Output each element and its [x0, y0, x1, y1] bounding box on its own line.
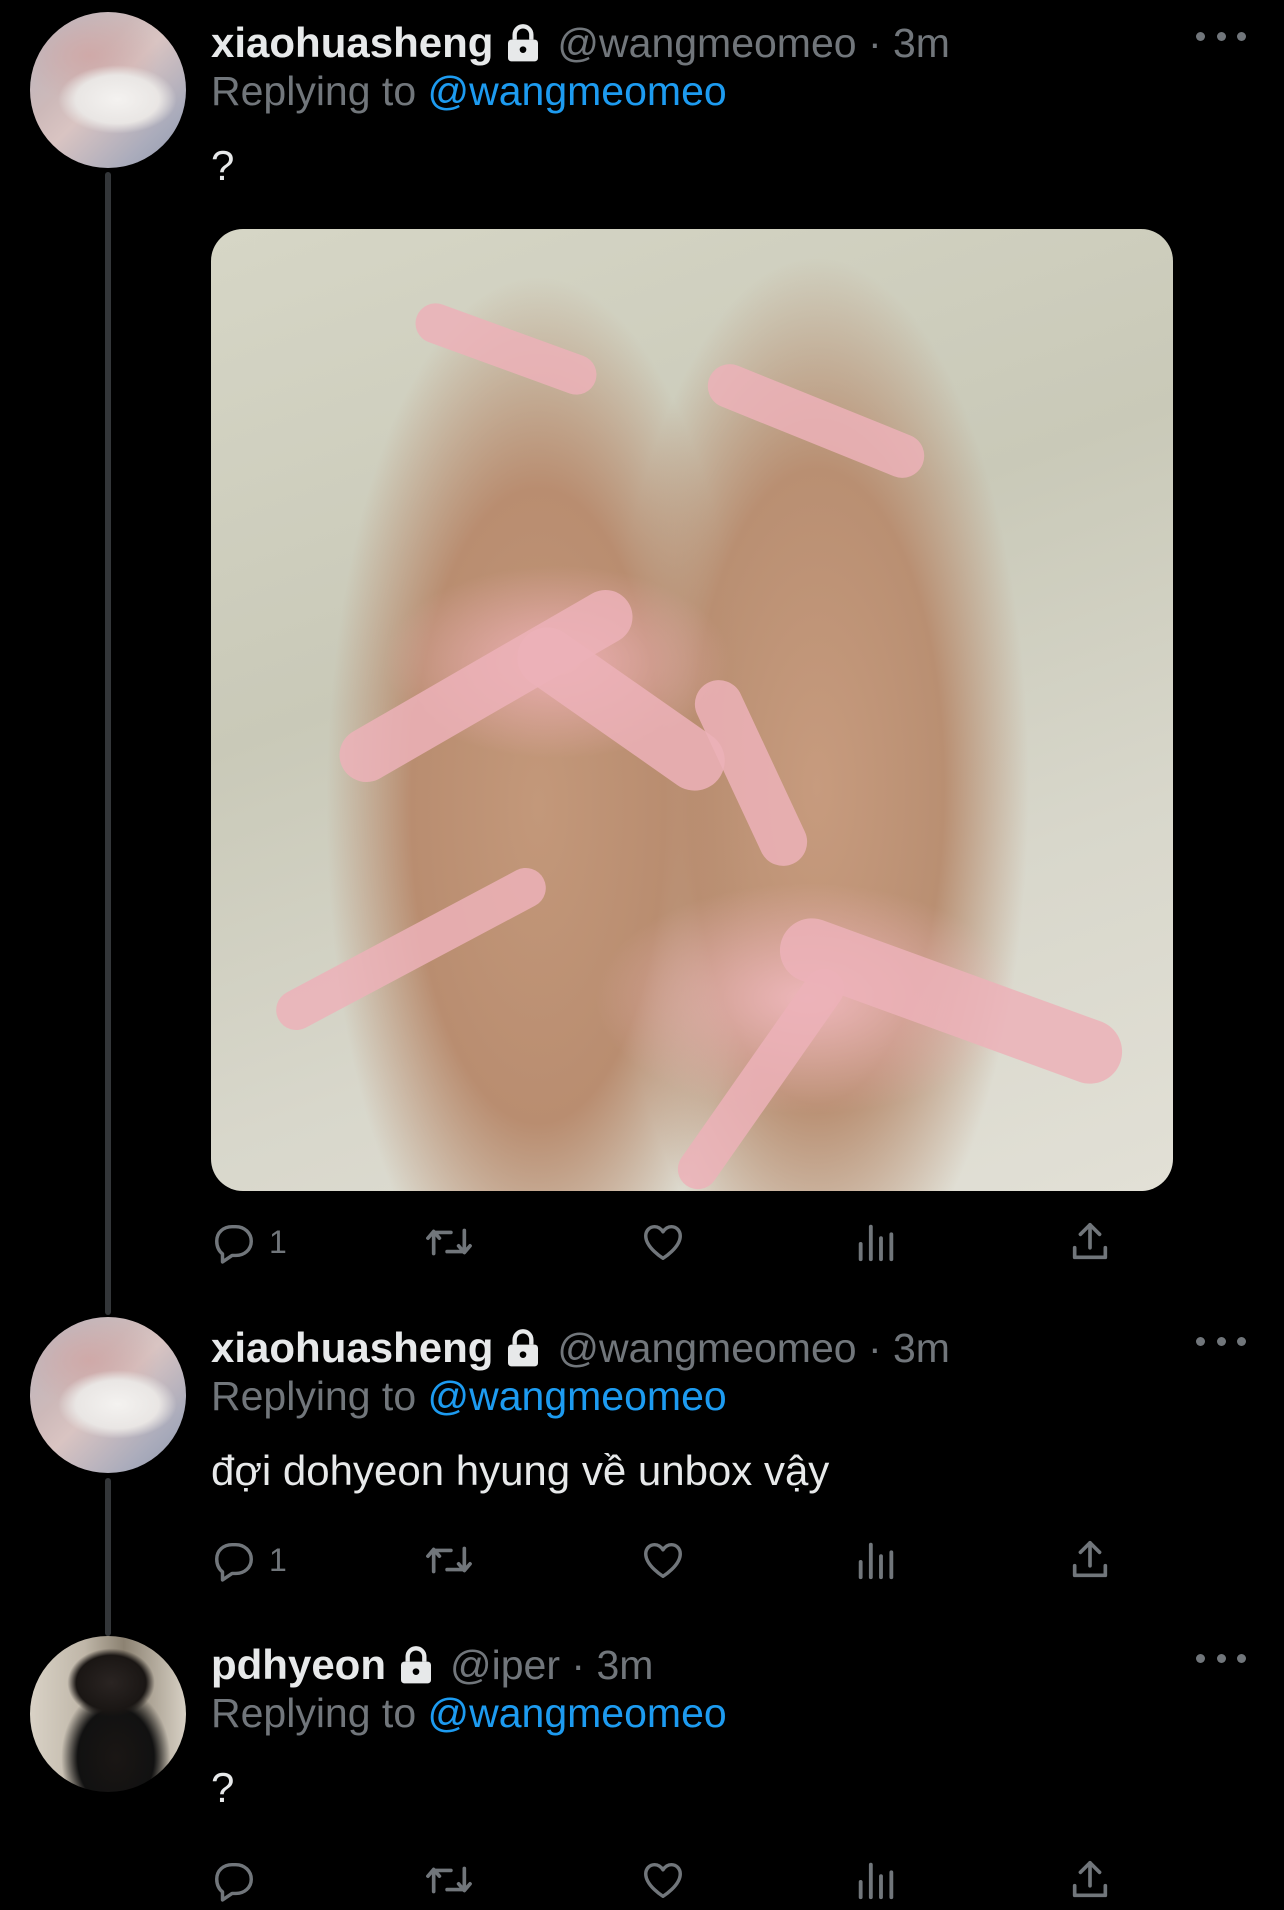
like-icon	[639, 1857, 687, 1903]
replying-prefix: Replying to	[211, 1373, 428, 1419]
more-icon[interactable]	[1196, 26, 1246, 46]
like-button[interactable]	[639, 1212, 687, 1272]
views-icon	[853, 1537, 899, 1583]
display-name[interactable]: xiaohuasheng	[211, 1324, 493, 1372]
retweet-icon	[424, 1857, 474, 1903]
thread-line	[105, 172, 111, 1315]
replying-to: Replying to @wangmeomeo	[211, 68, 727, 115]
replying-prefix: Replying to	[211, 1690, 428, 1736]
reply-button[interactable]: 1	[211, 1212, 287, 1272]
avatar[interactable]	[30, 1636, 186, 1792]
separator: ·	[856, 19, 893, 66]
timestamp[interactable]: 3m	[893, 1325, 950, 1372]
thread-line	[105, 1478, 111, 1636]
views-button[interactable]	[853, 1530, 899, 1590]
retweet-icon	[424, 1219, 474, 1265]
reply-count: 1	[269, 1223, 287, 1260]
separator: ·	[856, 1324, 893, 1371]
display-name[interactable]: xiaohuasheng	[211, 19, 493, 67]
tweet-text: ?	[211, 142, 235, 189]
avatar[interactable]	[30, 12, 186, 168]
lock-icon	[396, 1645, 436, 1685]
separator: ·	[560, 1641, 597, 1688]
more-icon[interactable]	[1196, 1648, 1246, 1668]
like-icon	[639, 1537, 687, 1583]
like-icon	[639, 1219, 687, 1265]
avatar[interactable]	[30, 1317, 186, 1473]
share-icon	[1067, 1537, 1113, 1583]
tweet-actions: 1	[211, 1212, 1171, 1272]
replying-prefix: Replying to	[211, 68, 428, 114]
reply-icon	[211, 1219, 257, 1265]
tweet-actions: 1	[211, 1530, 1171, 1590]
handle[interactable]: @iper	[450, 1642, 560, 1689]
handle[interactable]: @wangmeomeo	[557, 20, 856, 67]
like-button[interactable]	[639, 1530, 687, 1590]
views-icon	[853, 1219, 899, 1265]
share-button[interactable]	[1067, 1530, 1113, 1590]
replying-to-link[interactable]: @wangmeomeo	[428, 68, 727, 114]
media-detail	[409, 297, 603, 401]
replying-to-link[interactable]: @wangmeomeo	[428, 1690, 727, 1736]
media-detail	[701, 357, 931, 485]
lock-icon	[503, 23, 543, 63]
views-button[interactable]	[853, 1212, 899, 1272]
retweet-button[interactable]	[424, 1212, 474, 1272]
timestamp[interactable]: 3m	[893, 20, 950, 67]
media-detail	[670, 961, 852, 1191]
handle[interactable]: @wangmeomeo	[557, 1325, 856, 1372]
tweet-header: xiaohuasheng @wangmeomeo · 3m	[211, 1319, 950, 1377]
media-detail	[269, 860, 553, 1038]
replying-to: Replying to @wangmeomeo	[211, 1690, 727, 1737]
views-button[interactable]	[853, 1850, 899, 1910]
lock-icon	[503, 1328, 543, 1368]
tweet-text: ?	[211, 1764, 235, 1811]
more-icon[interactable]	[1196, 1331, 1246, 1351]
share-button[interactable]	[1067, 1212, 1113, 1272]
share-icon	[1067, 1857, 1113, 1903]
tweet-text: đợi dohyeon hyung về unbox vậy	[211, 1447, 830, 1494]
retweet-button[interactable]	[424, 1850, 474, 1910]
like-button[interactable]	[639, 1850, 687, 1910]
views-icon	[853, 1857, 899, 1903]
reply-icon	[211, 1857, 257, 1903]
tweet-header: xiaohuasheng @wangmeomeo · 3m	[211, 14, 950, 72]
retweet-button[interactable]	[424, 1530, 474, 1590]
replying-to: Replying to @wangmeomeo	[211, 1373, 727, 1420]
reply-button[interactable]: 1	[211, 1530, 287, 1590]
display-name[interactable]: pdhyeon	[211, 1641, 386, 1689]
reply-icon	[211, 1537, 257, 1583]
replying-to-link[interactable]: @wangmeomeo	[428, 1373, 727, 1419]
timestamp[interactable]: 3m	[596, 1642, 653, 1689]
reply-button[interactable]	[211, 1850, 257, 1910]
tweet-header: pdhyeon @iper · 3m	[211, 1636, 653, 1694]
share-icon	[1067, 1219, 1113, 1265]
tweet-media[interactable]	[211, 229, 1173, 1191]
reply-count: 1	[269, 1541, 287, 1578]
tweet-actions	[211, 1850, 1171, 1910]
share-button[interactable]	[1067, 1850, 1113, 1910]
retweet-icon	[424, 1537, 474, 1583]
